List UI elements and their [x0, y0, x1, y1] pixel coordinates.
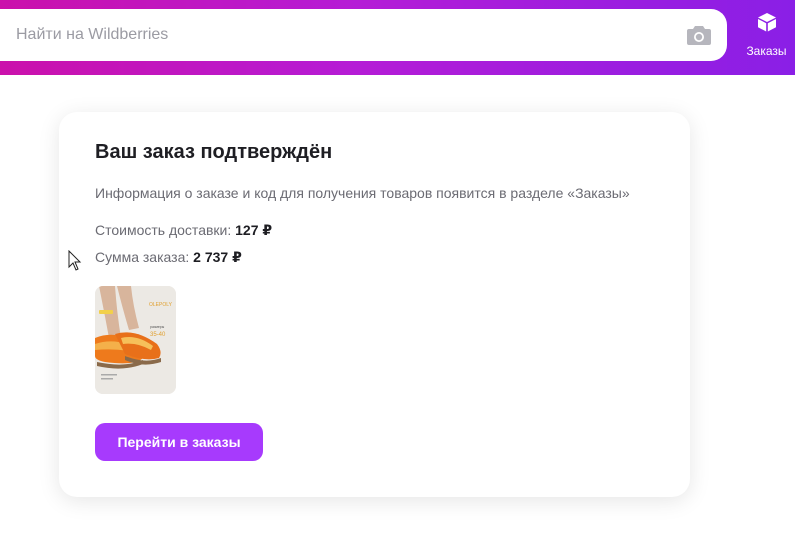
product-sizes-label: размеры	[150, 325, 165, 329]
order-total-line: Сумма заказа: 2 737 ₽	[95, 249, 242, 266]
camera-icon[interactable]	[687, 24, 711, 46]
product-brand-text: OLEPOLY	[149, 302, 173, 308]
search-input[interactable]: Найти на Wildberries	[16, 26, 687, 44]
product-thumbnail[interactable]: OLEPOLY размеры 35-40	[95, 286, 176, 394]
delivery-cost-line: Стоимость доставки: 127 ₽	[95, 222, 272, 239]
nav-orders[interactable]: Заказы	[738, 12, 795, 62]
page-title: Ваш заказ подтверждён	[95, 141, 333, 163]
order-confirmation-card: Ваш заказ подтверждён Информация о заказ…	[59, 112, 690, 497]
order-total-value: 2 737 ₽	[193, 249, 242, 265]
mouse-cursor-icon	[68, 249, 82, 277]
box-icon	[757, 12, 777, 35]
nav-orders-label: Заказы	[746, 44, 787, 58]
order-info-text: Информация о заказе и код для получения …	[95, 185, 630, 201]
header: Найти на Wildberries Заказы	[0, 0, 795, 75]
product-sizes-value: 35-40	[150, 332, 166, 338]
go-to-orders-button[interactable]: Перейти в заказы	[95, 423, 263, 461]
search-bar[interactable]: Найти на Wildberries	[0, 9, 727, 61]
delivery-cost-value: 127 ₽	[235, 222, 273, 238]
delivery-cost-label: Стоимость доставки:	[95, 222, 232, 238]
order-total-label: Сумма заказа:	[95, 249, 190, 265]
